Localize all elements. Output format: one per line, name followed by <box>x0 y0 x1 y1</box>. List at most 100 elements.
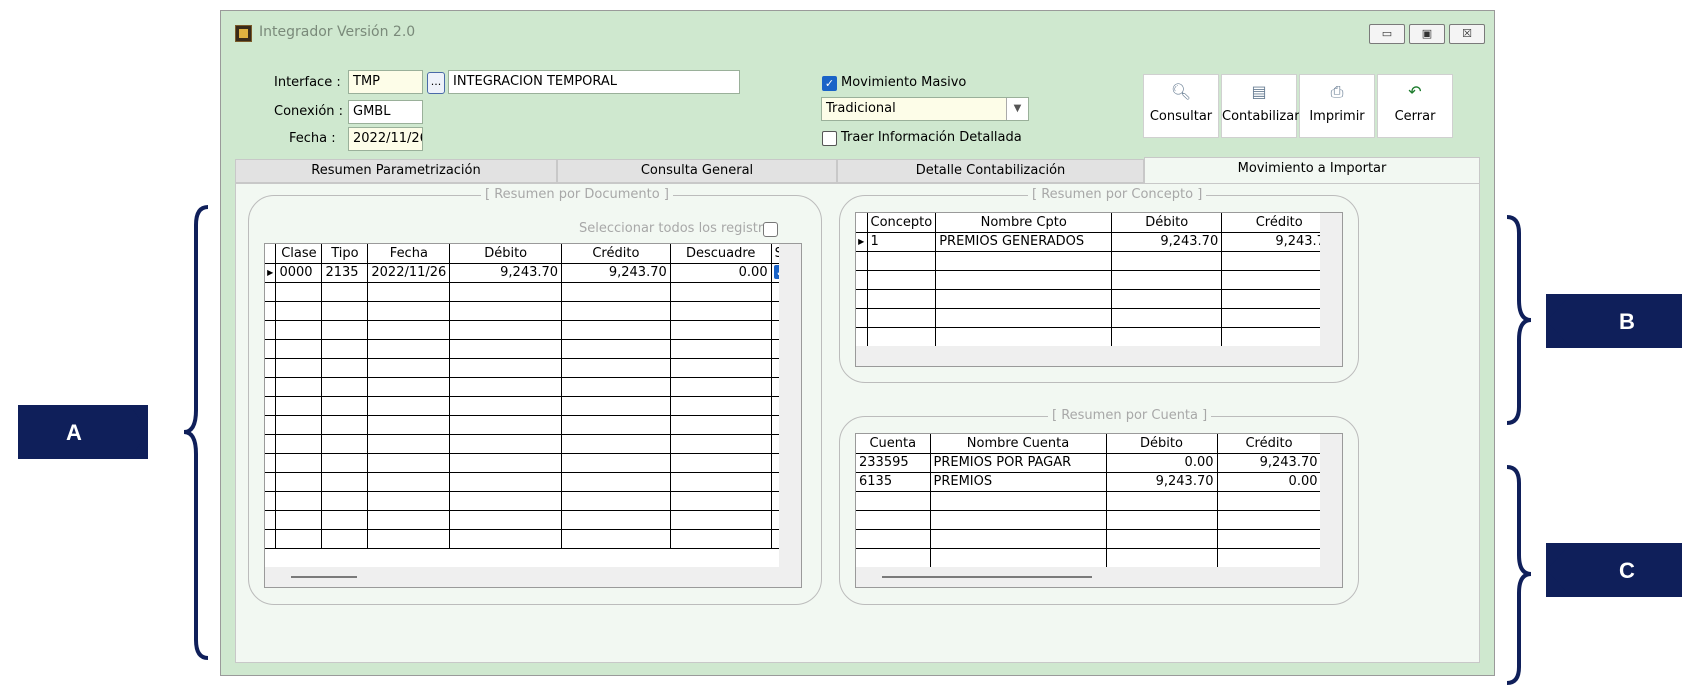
conexion-input[interactable]: GMBL <box>348 100 423 124</box>
empty-cell[interactable] <box>275 282 323 302</box>
empty-cell[interactable] <box>449 529 563 549</box>
empty-row[interactable] <box>265 491 801 511</box>
empty-cell[interactable] <box>367 529 451 549</box>
empty-cell[interactable] <box>1106 491 1218 511</box>
cell-nombre-cuenta[interactable]: PREMIOS POR PAGAR <box>930 453 1107 473</box>
empty-cell[interactable] <box>930 529 1107 549</box>
empty-row[interactable] <box>265 282 801 302</box>
empty-cell[interactable] <box>449 415 563 435</box>
empty-cell[interactable] <box>856 270 868 290</box>
empty-cell[interactable] <box>367 282 451 302</box>
column-header-cuenta[interactable]: Cuenta <box>856 434 931 454</box>
empty-cell[interactable] <box>561 529 671 549</box>
empty-cell[interactable] <box>1106 548 1218 568</box>
empty-cell[interactable] <box>561 320 671 340</box>
column-header-tipo[interactable]: Tipo <box>321 244 369 264</box>
empty-cell[interactable] <box>275 415 323 435</box>
empty-row[interactable] <box>265 377 801 397</box>
empty-cell[interactable] <box>275 301 323 321</box>
cell-descuadre[interactable]: 0.00 <box>670 263 772 283</box>
column-header-concepto[interactable]: Concepto <box>867 213 937 233</box>
empty-cell[interactable] <box>561 434 671 454</box>
empty-cell[interactable] <box>1106 529 1218 549</box>
empty-cell[interactable] <box>265 301 277 321</box>
cell-nombre-cuenta[interactable]: PREMIOS <box>930 472 1107 492</box>
movimiento-masivo-checkbox[interactable]: ✓ <box>822 76 837 91</box>
empty-cell[interactable] <box>265 491 277 511</box>
empty-cell[interactable] <box>670 510 772 530</box>
cell-credito[interactable]: 9,243.70 <box>561 263 671 283</box>
empty-cell[interactable] <box>321 434 369 454</box>
vertical-scrollbar[interactable] <box>1320 213 1342 366</box>
tab-resumen-parametrizacion[interactable]: Resumen Parametrización <box>235 159 557 183</box>
column-header-descuadre[interactable]: Descuadre <box>670 244 772 264</box>
cell-concepto[interactable]: 1 <box>867 232 937 252</box>
empty-row[interactable] <box>265 301 801 321</box>
empty-row[interactable] <box>265 510 801 530</box>
empty-cell[interactable] <box>367 358 451 378</box>
empty-cell[interactable] <box>670 529 772 549</box>
horizontal-scrollbar[interactable] <box>856 567 1322 587</box>
empty-cell[interactable] <box>930 510 1107 530</box>
empty-cell[interactable] <box>1217 529 1322 549</box>
empty-cell[interactable] <box>275 377 323 397</box>
empty-row[interactable] <box>856 270 1338 290</box>
detalle-checkbox[interactable] <box>822 131 837 146</box>
empty-row[interactable] <box>856 491 1322 511</box>
empty-cell[interactable] <box>561 510 671 530</box>
empty-cell[interactable] <box>1111 327 1223 347</box>
empty-row[interactable] <box>265 434 801 454</box>
empty-row[interactable] <box>265 396 801 416</box>
empty-row[interactable] <box>265 320 801 340</box>
empty-cell[interactable] <box>856 308 868 328</box>
empty-cell[interactable] <box>367 339 451 359</box>
empty-cell[interactable] <box>856 510 931 530</box>
empty-cell[interactable] <box>275 358 323 378</box>
horizontal-scrollbar[interactable] <box>856 346 1322 366</box>
empty-cell[interactable] <box>561 415 671 435</box>
vertical-scrollbar[interactable] <box>1320 434 1342 587</box>
empty-cell[interactable] <box>275 453 323 473</box>
empty-cell[interactable] <box>265 529 277 549</box>
empty-cell[interactable] <box>265 434 277 454</box>
empty-cell[interactable] <box>275 396 323 416</box>
empty-cell[interactable] <box>321 491 369 511</box>
empty-cell[interactable] <box>1111 308 1223 328</box>
select-all-checkbox[interactable] <box>763 222 778 237</box>
empty-cell[interactable] <box>321 396 369 416</box>
empty-row[interactable] <box>265 358 801 378</box>
empty-cell[interactable] <box>449 396 563 416</box>
cell-debito[interactable]: 9,243.70 <box>449 263 563 283</box>
consultar-button[interactable]: 🔍︎ Consultar <box>1143 74 1219 138</box>
empty-cell[interactable] <box>561 358 671 378</box>
empty-cell[interactable] <box>449 472 563 492</box>
cell-debito[interactable]: 9,243.70 <box>1111 232 1223 252</box>
empty-row[interactable] <box>856 548 1322 568</box>
empty-cell[interactable] <box>367 377 451 397</box>
empty-cell[interactable] <box>561 491 671 511</box>
cell-cuenta[interactable]: 233595 <box>856 453 931 473</box>
empty-cell[interactable] <box>321 472 369 492</box>
empty-cell[interactable] <box>367 396 451 416</box>
empty-cell[interactable] <box>449 453 563 473</box>
empty-row[interactable] <box>856 529 1322 549</box>
empty-cell[interactable] <box>670 339 772 359</box>
cell-debito[interactable]: 9,243.70 <box>1106 472 1218 492</box>
empty-cell[interactable] <box>670 491 772 511</box>
empty-cell[interactable] <box>275 434 323 454</box>
empty-cell[interactable] <box>670 415 772 435</box>
empty-cell[interactable] <box>321 301 369 321</box>
empty-cell[interactable] <box>265 453 277 473</box>
empty-cell[interactable] <box>265 339 277 359</box>
empty-cell[interactable] <box>367 415 451 435</box>
empty-cell[interactable] <box>935 308 1113 328</box>
empty-cell[interactable] <box>321 339 369 359</box>
empty-row[interactable] <box>856 308 1338 328</box>
empty-cell[interactable] <box>856 529 931 549</box>
empty-cell[interactable] <box>670 320 772 340</box>
horizontal-scrollbar[interactable] <box>265 567 781 587</box>
empty-cell[interactable] <box>670 358 772 378</box>
empty-cell[interactable] <box>561 339 671 359</box>
empty-cell[interactable] <box>275 320 323 340</box>
empty-cell[interactable] <box>1217 510 1322 530</box>
